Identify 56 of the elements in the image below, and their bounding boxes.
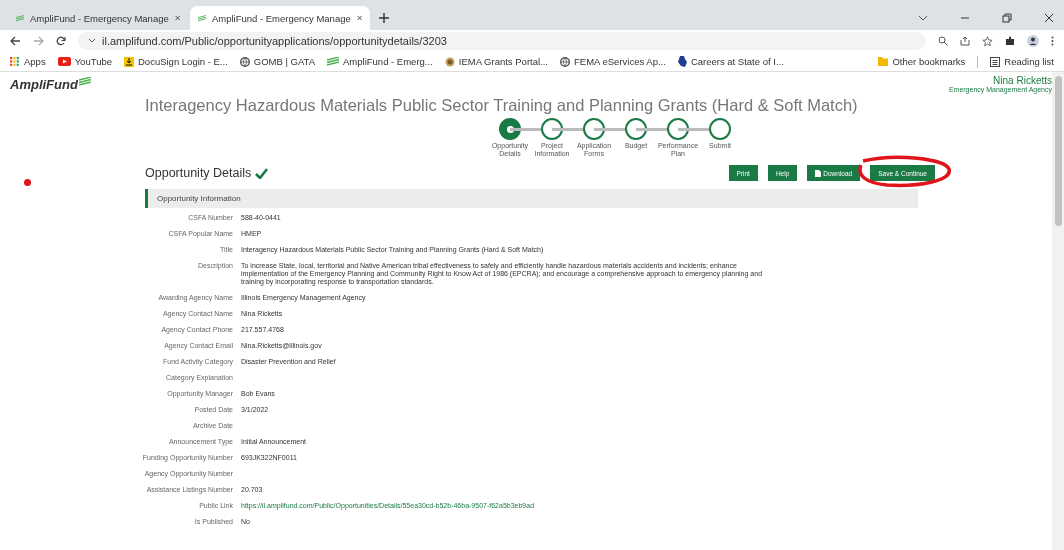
back-arrow-icon[interactable] — [10, 36, 21, 46]
file-icon — [815, 169, 822, 177]
page-title: Interagency Hazardous Materials Public Sector Training and Planning Grants (Hard & Soft Match) — [145, 96, 859, 115]
chevron-down-icon[interactable] — [918, 14, 928, 22]
download-icon — [124, 56, 134, 67]
profile-icon[interactable] — [1027, 35, 1039, 47]
other-bookmarks[interactable]: Other bookmarks — [878, 56, 966, 67]
restore-icon[interactable] — [1002, 13, 1012, 23]
apps-grid-icon — [10, 56, 20, 67]
bookmark[interactable]: IEMA Grants Portal... — [444, 56, 548, 67]
logo-stripes-icon — [327, 57, 339, 66]
bookmark[interactable]: YouTube — [57, 56, 112, 67]
close-icon[interactable] — [356, 14, 362, 22]
step-circle[interactable] — [709, 118, 731, 140]
reload-icon[interactable] — [56, 36, 66, 46]
marker-dot — [24, 179, 31, 186]
list-icon — [990, 56, 1001, 67]
panel-heading: Opportunity Information — [145, 189, 918, 209]
bookmark[interactable]: DocuSign Login - E... — [124, 56, 228, 67]
folder-icon — [878, 57, 889, 66]
globe-icon — [239, 56, 250, 67]
logo[interactable]: AmpliFund — [10, 76, 78, 92]
seal-icon — [444, 56, 455, 67]
minimize-icon[interactable] — [960, 14, 970, 22]
reading-list[interactable]: Reading list — [990, 56, 1054, 67]
play-icon — [57, 57, 71, 66]
step-circle[interactable] — [583, 118, 605, 140]
address-bar[interactable]: il.amplifund.com/Public/opportunityapplications/opportunitydetails/3203 — [78, 32, 926, 50]
chevron-down-icon — [88, 38, 96, 44]
new-tab-icon[interactable] — [378, 12, 390, 24]
section-title: Opportunity Details — [145, 166, 252, 181]
bookmark[interactable]: Careers at State of I... — [677, 56, 784, 67]
zoom-icon[interactable] — [938, 36, 948, 46]
more-vertical-icon[interactable] — [1051, 36, 1054, 46]
user-name[interactable]: Nina Ricketts — [993, 75, 1052, 86]
bookmark[interactable]: GOMB | GATA — [239, 56, 315, 67]
scrollbar[interactable] — [1052, 72, 1064, 550]
bookmark[interactable]: FEMA eServices Ap... — [560, 56, 666, 67]
logo-stripes-icon — [198, 13, 206, 23]
logo-stripes-icon — [16, 13, 24, 23]
close-icon[interactable] — [174, 14, 180, 22]
logo-stripes-icon — [78, 76, 91, 86]
step-circle[interactable] — [625, 118, 647, 140]
bookmark[interactable]: Apps — [10, 56, 46, 67]
puzzle-icon[interactable] — [1005, 36, 1015, 46]
share-icon[interactable] — [960, 36, 970, 46]
state-shape-icon — [677, 56, 687, 67]
browser-tab[interactable]: AmpliFund - Emergency Manage — [8, 6, 188, 30]
star-icon[interactable] — [982, 35, 993, 47]
step-circle[interactable] — [499, 118, 521, 140]
step-circle[interactable] — [667, 118, 689, 140]
step-circle[interactable] — [541, 118, 563, 140]
close-icon[interactable] — [1044, 13, 1054, 23]
bookmark[interactable]: AmpliFund - Emerg... — [327, 56, 433, 67]
browser-tab[interactable]: AmpliFund - Emergency Manage — [190, 6, 370, 30]
globe-icon — [560, 56, 570, 67]
